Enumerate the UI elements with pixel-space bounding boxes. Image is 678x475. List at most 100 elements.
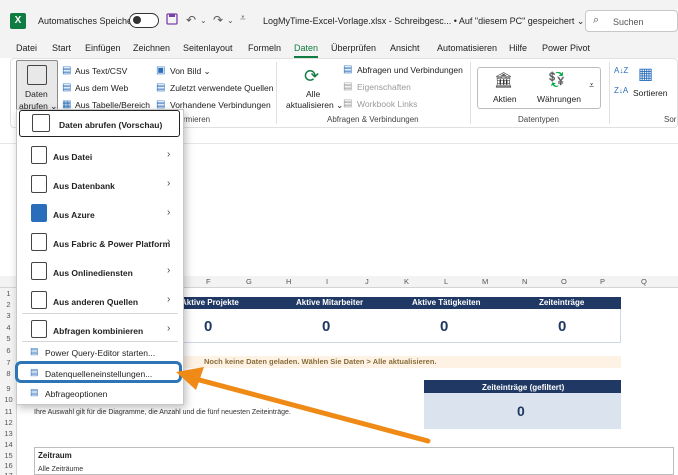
recent-sources[interactable]: Zuletzt verwendete Quellen [170,83,273,93]
properties-icon: ▤ [343,81,353,92]
tab-daten[interactable]: Daten [294,43,319,58]
col-o[interactable]: O [561,276,567,288]
search-input[interactable]: ⌕ Suchen [585,10,678,32]
sort-dialog-icon: ▦ [638,66,654,83]
row-2[interactable]: 2 [0,300,17,309]
workbook-links[interactable]: Workbook Links [357,99,417,109]
search-icon: ⌕ [593,14,600,26]
ribbon-tabs: Datei Start Einfügen Zeichnen Seitenlayo… [0,42,678,58]
filtered-entries-label: Zeiteinträge (gefiltert) [482,383,565,392]
col-f[interactable]: F [206,276,211,288]
row-13[interactable]: 13 [0,429,17,438]
row-15[interactable]: 15 [0,451,17,460]
col-p[interactable]: P [600,276,605,288]
get-data-button[interactable]: Daten abrufen ⌄ [16,60,58,114]
col-m[interactable]: M [482,276,488,288]
save-icon[interactable] [166,13,178,28]
refresh-all-icon: ⟳ [304,66,320,86]
row-9[interactable]: 9 [0,384,17,393]
redo-dropdown-icon[interactable]: ⌄ [227,16,234,25]
database-icon [27,65,47,85]
refresh-all-line2[interactable]: aktualisieren ⌄ [286,100,343,111]
col-g[interactable]: G [246,276,252,288]
row-5[interactable]: 5 [0,334,17,343]
kpi-body [177,309,621,343]
queries-and-connections[interactable]: Abfragen und Verbindungen [357,65,463,75]
row-3[interactable]: 3 [0,311,17,320]
menu-label-from-database: Aus Datenbank [53,181,115,191]
tab-ueberpruefen[interactable]: Überprüfen [331,43,376,53]
cloud-icon [31,262,47,280]
kpi-label-employees: Aktive Mitarbeiter [296,298,364,307]
kpi-value-entries: 0 [558,318,567,335]
zeitraum-value[interactable]: Alle Zeiträume [38,466,83,473]
power-query-icon: ▤ [30,346,39,356]
row-6[interactable]: 6 [0,346,17,355]
from-picture[interactable]: Von Bild ⌄ [170,66,211,77]
properties[interactable]: Eigenschaften [357,82,411,92]
tab-seitenlayout[interactable]: Seitenlayout [183,43,233,53]
from-web[interactable]: Aus dem Web [75,83,128,93]
sort-button[interactable]: Sortieren [633,88,668,98]
gallery-expand-icon[interactable]: ⩡ [589,80,594,91]
menu-label-combine-queries: Abfragen kombinieren [53,326,144,336]
ribbon-separator [609,62,610,124]
tab-einfuegen[interactable]: Einfügen [85,43,121,53]
datatype-stocks[interactable]: Aktien [493,94,517,104]
tab-automatisieren[interactable]: Automatisieren [437,43,497,53]
sort-za-icon[interactable]: Z↓A [614,86,628,95]
row-10[interactable]: 10 [0,395,17,404]
selection-info-text: Ihre Auswahl gilt für die Diagramme, die… [34,409,291,416]
workbook-links-icon: ▤ [343,98,353,109]
col-h[interactable]: H [286,276,291,288]
zeitraum-slicer[interactable] [34,447,674,475]
col-j[interactable]: J [365,276,369,288]
from-text-csv[interactable]: Aus Text/CSV [75,66,127,76]
title-bar: X Automatisches Speichern ↶ ⌄ ↷ ⌄ ⩡ LogM… [0,0,678,42]
notice-text: Noch keine Daten geladen. Wählen Sie Dat… [204,357,437,366]
refresh-all-line1[interactable]: Alle [306,89,320,99]
chevron-right-icon: › [167,236,171,247]
undo-dropdown-icon[interactable]: ⌄ [200,16,207,25]
menu-label-query-options: Abfrageoptionen [45,389,108,399]
chevron-right-icon: › [167,207,171,218]
tab-zeichnen[interactable]: Zeichnen [133,43,170,53]
tab-hilfe[interactable]: Hilfe [509,43,527,53]
row-17[interactable]: 17 [0,471,17,475]
row-4[interactable]: 4 [0,323,17,332]
tab-power-pivot[interactable]: Power Pivot [542,43,590,53]
col-i[interactable]: I [326,276,328,288]
chevron-right-icon: › [167,294,171,305]
tab-start[interactable]: Start [52,43,71,53]
kpi-label-activities: Aktive Tätigkeiten [412,298,481,307]
sort-az-icon[interactable]: A↓Z [614,66,628,75]
query-options-icon: ▤ [30,387,39,397]
document-title[interactable]: LogMyTime-Excel-Vorlage.xlsx - Schreibge… [263,16,584,27]
sort-group-label: Sor [664,115,677,124]
col-k[interactable]: K [404,276,409,288]
row-11[interactable]: 11 [0,407,17,416]
kpi-value-projects: 0 [204,318,213,335]
row-12[interactable]: 12 [0,418,17,427]
existing-connections[interactable]: Vorhandene Verbindungen [170,100,271,110]
row-1[interactable]: 1 [0,289,17,298]
datatype-currencies[interactable]: Währungen [537,94,581,104]
autosave-toggle[interactable] [129,13,159,28]
col-l[interactable]: L [444,276,448,288]
redo-icon[interactable]: ↷ [213,13,223,27]
tab-ansicht[interactable]: Ansicht [390,43,420,53]
row-14[interactable]: 14 [0,440,17,449]
highlight-frame [15,361,182,383]
row-16[interactable]: 16 [0,461,17,470]
file-icon [31,146,47,164]
col-n[interactable]: N [522,276,527,288]
undo-icon[interactable]: ↶ [186,13,196,27]
menu-label-from-other-sources: Aus anderen Quellen [53,297,139,307]
tab-formeln[interactable]: Formeln [248,43,281,53]
tab-datei[interactable]: Datei [16,43,37,53]
customize-icon[interactable]: ⩡ [240,13,246,24]
ribbon-separator [276,62,277,124]
kpi-value-activities: 0 [440,318,449,335]
col-q[interactable]: Q [641,276,647,288]
web-icon: ▤ [62,82,72,93]
